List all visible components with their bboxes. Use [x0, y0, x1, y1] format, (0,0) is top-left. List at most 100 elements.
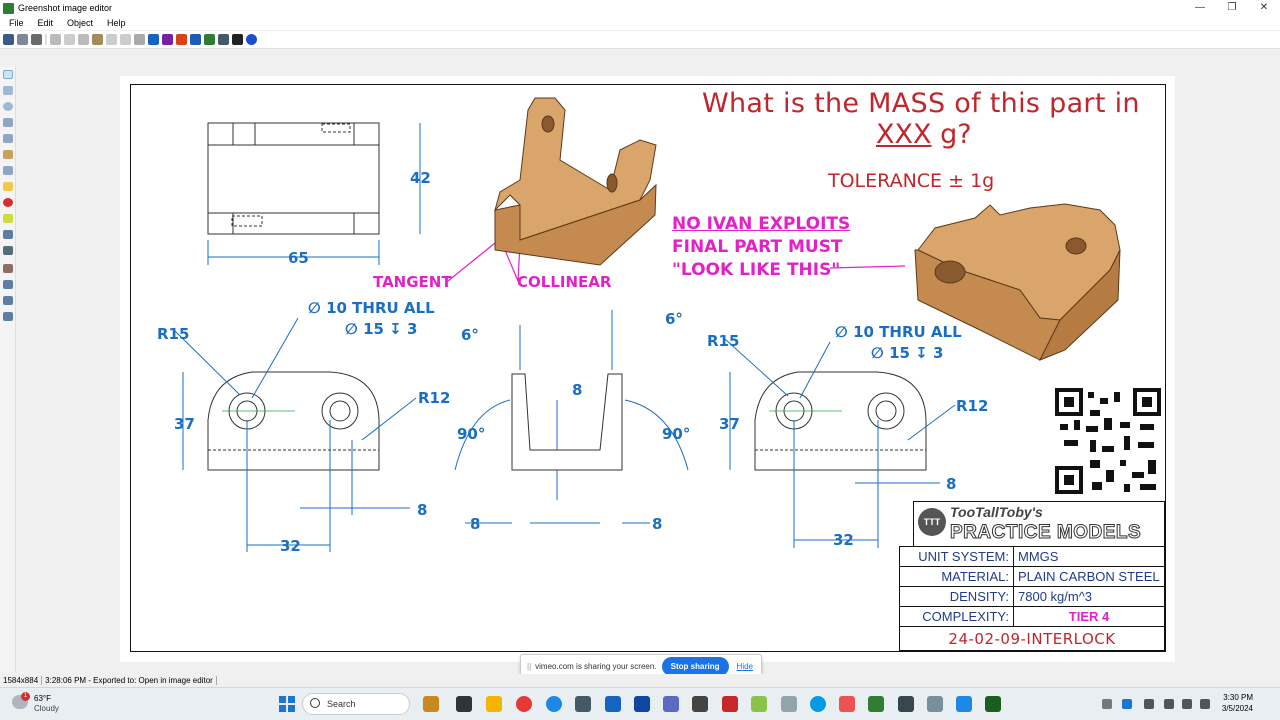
start-button-icon[interactable]	[279, 696, 295, 712]
table-row: DENSITY: 7800 kg/m^3	[899, 586, 1165, 607]
skype-icon[interactable]	[810, 696, 826, 712]
edge-icon[interactable]	[546, 696, 562, 712]
dim-r12-left: R12	[418, 389, 451, 407]
dim-hole-cbore-left: ∅ 15 ↧ 3	[345, 320, 418, 338]
search-icon	[310, 698, 320, 708]
system-clock[interactable]: 3:30 PM 3/5/2024	[1217, 692, 1253, 714]
collinear-note: COLLINEAR	[517, 273, 612, 291]
no-ivan-note: NO IVAN EXPLOITS	[672, 214, 851, 234]
share-message: vimeo.com is sharing your screen.	[535, 661, 657, 671]
side-view-outline	[511, 373, 623, 471]
network-icon[interactable]	[1122, 699, 1132, 709]
settings-app-icon[interactable]	[927, 696, 943, 712]
spec-value: 7800 kg/m^3	[1013, 586, 1165, 607]
qr-code	[1055, 388, 1161, 494]
mass-question: What is the MASS of this part in	[702, 88, 1140, 119]
front-view-left-hole2-outer	[321, 392, 359, 430]
leader-line	[361, 397, 417, 441]
front-view-right-outline	[754, 371, 927, 471]
dim-hole-thru-left: ∅ 10 THRU ALL	[308, 299, 435, 317]
front-view-left-hole2-inner	[329, 400, 351, 422]
unit-placeholder: XXX	[876, 119, 932, 150]
outlook-app-icon[interactable]	[605, 696, 621, 712]
volume-icon[interactable]	[1182, 699, 1192, 709]
dim-8-left: 8	[417, 501, 428, 519]
dim-angle-90-right: 90°	[662, 425, 691, 443]
tolerance-label: TOLERANCE ± 1g	[828, 170, 995, 192]
part-number: 24-02-09-INTERLOCK	[899, 626, 1165, 651]
dim-angle-6-left: 6°	[461, 326, 479, 344]
greenshot-taskbar-icon[interactable]	[868, 696, 884, 712]
dim-8-side-left: 8	[470, 515, 481, 533]
search-label: Search	[327, 699, 356, 709]
store-icon[interactable]	[575, 696, 591, 712]
table-row: MATERIAL: PLAIN CARBON STEEL	[899, 566, 1165, 587]
spec-table: UNIT SYSTEM: MMGS MATERIAL: PLAIN CARBON…	[899, 546, 1165, 651]
file-explorer-icon[interactable]	[486, 696, 502, 712]
mic-icon[interactable]	[1144, 699, 1154, 709]
teams-icon[interactable]	[663, 696, 679, 712]
dim-r15-left: R15	[157, 325, 190, 343]
status-bar: 1584x884 3:28:06 PM - Exported to: Open …	[0, 674, 1280, 686]
front-view-right-hole2-outer	[867, 392, 905, 430]
dim-8-right: 8	[946, 475, 957, 493]
tray-chevron-icon[interactable]	[1102, 699, 1112, 709]
dim-32-left: 32	[280, 537, 301, 555]
status-message: 3:28:06 PM - Exported to: Open in image …	[42, 675, 217, 685]
camtasia-icon[interactable]	[839, 696, 855, 712]
taskbar-search[interactable]: Search	[302, 693, 410, 715]
image-size: 1584x884	[0, 675, 43, 685]
table-row: UNIT SYSTEM: MMGS	[899, 546, 1165, 567]
leader-line	[907, 404, 956, 441]
dim-height-front-left: 37	[174, 415, 195, 433]
logo-badge: TTT	[918, 508, 946, 536]
dim-8-side-right: 8	[652, 515, 663, 533]
dim-r15-right: R15	[707, 332, 740, 350]
front-view-right-hole2-inner	[875, 400, 897, 422]
filezilla-icon[interactable]	[722, 696, 738, 712]
spec-key: COMPLEXITY:	[899, 606, 1014, 627]
hide-link[interactable]: Hide	[729, 662, 761, 671]
dim-r12-right: R12	[956, 397, 989, 415]
table-row: 24-02-09-INTERLOCK	[899, 626, 1165, 651]
clock-time: 3:30 PM	[1223, 693, 1253, 702]
task-view-icon[interactable]	[456, 696, 472, 712]
drag-handle[interactable]: ||	[521, 662, 535, 671]
notes-icon[interactable]	[751, 696, 767, 712]
greenshot-editor-icon[interactable]	[985, 696, 1001, 712]
terminal-icon[interactable]	[692, 696, 708, 712]
leader-line	[251, 317, 299, 399]
solidworks-icon[interactable]	[898, 696, 914, 712]
notification-badge: 1	[21, 692, 30, 701]
top-view-hidden	[231, 215, 263, 227]
dim-angle-6-right: 6°	[665, 310, 683, 328]
unit-suffix: g?	[931, 119, 972, 150]
display-icon[interactable]	[1164, 699, 1174, 709]
windows-taskbar: 1 63°F Cloudy Search 3:30 PM 3/5/2024	[0, 687, 1280, 720]
photos-icon[interactable]	[956, 696, 972, 712]
front-view-left-outline	[207, 371, 380, 471]
tangent-note: TANGENT	[373, 273, 452, 291]
spec-key: DENSITY:	[899, 586, 1014, 607]
iso-part-small	[494, 97, 657, 266]
briefcase-app-icon[interactable]	[423, 696, 439, 712]
spec-value: MMGS	[1013, 546, 1165, 567]
chrome-icon[interactable]	[516, 696, 532, 712]
weather-condition: Cloudy	[34, 704, 59, 713]
notification-settings-icon[interactable]	[1200, 699, 1210, 709]
dim-angle-90-left: 90°	[457, 425, 486, 443]
outlook-new-icon[interactable]	[634, 696, 650, 712]
dim-hole-cbore-right: ∅ 15 ↧ 3	[871, 344, 944, 362]
dim-32-right: 32	[833, 531, 854, 549]
spec-key: UNIT SYSTEM:	[899, 546, 1014, 567]
dim-height-front-right: 37	[719, 415, 740, 433]
stop-sharing-button[interactable]: Stop sharing	[661, 656, 729, 676]
temperature: 63°F	[34, 694, 51, 703]
table-row: COMPLEXITY: TIER 4	[899, 606, 1165, 627]
top-view-hidden	[321, 123, 351, 133]
tangent-leader	[447, 242, 496, 282]
snip-icon[interactable]	[781, 696, 797, 712]
logo-line2: PRACTICE MODELS	[949, 522, 1142, 544]
top-view-outline	[207, 122, 380, 235]
dim-8-side-middle: 8	[572, 381, 583, 399]
